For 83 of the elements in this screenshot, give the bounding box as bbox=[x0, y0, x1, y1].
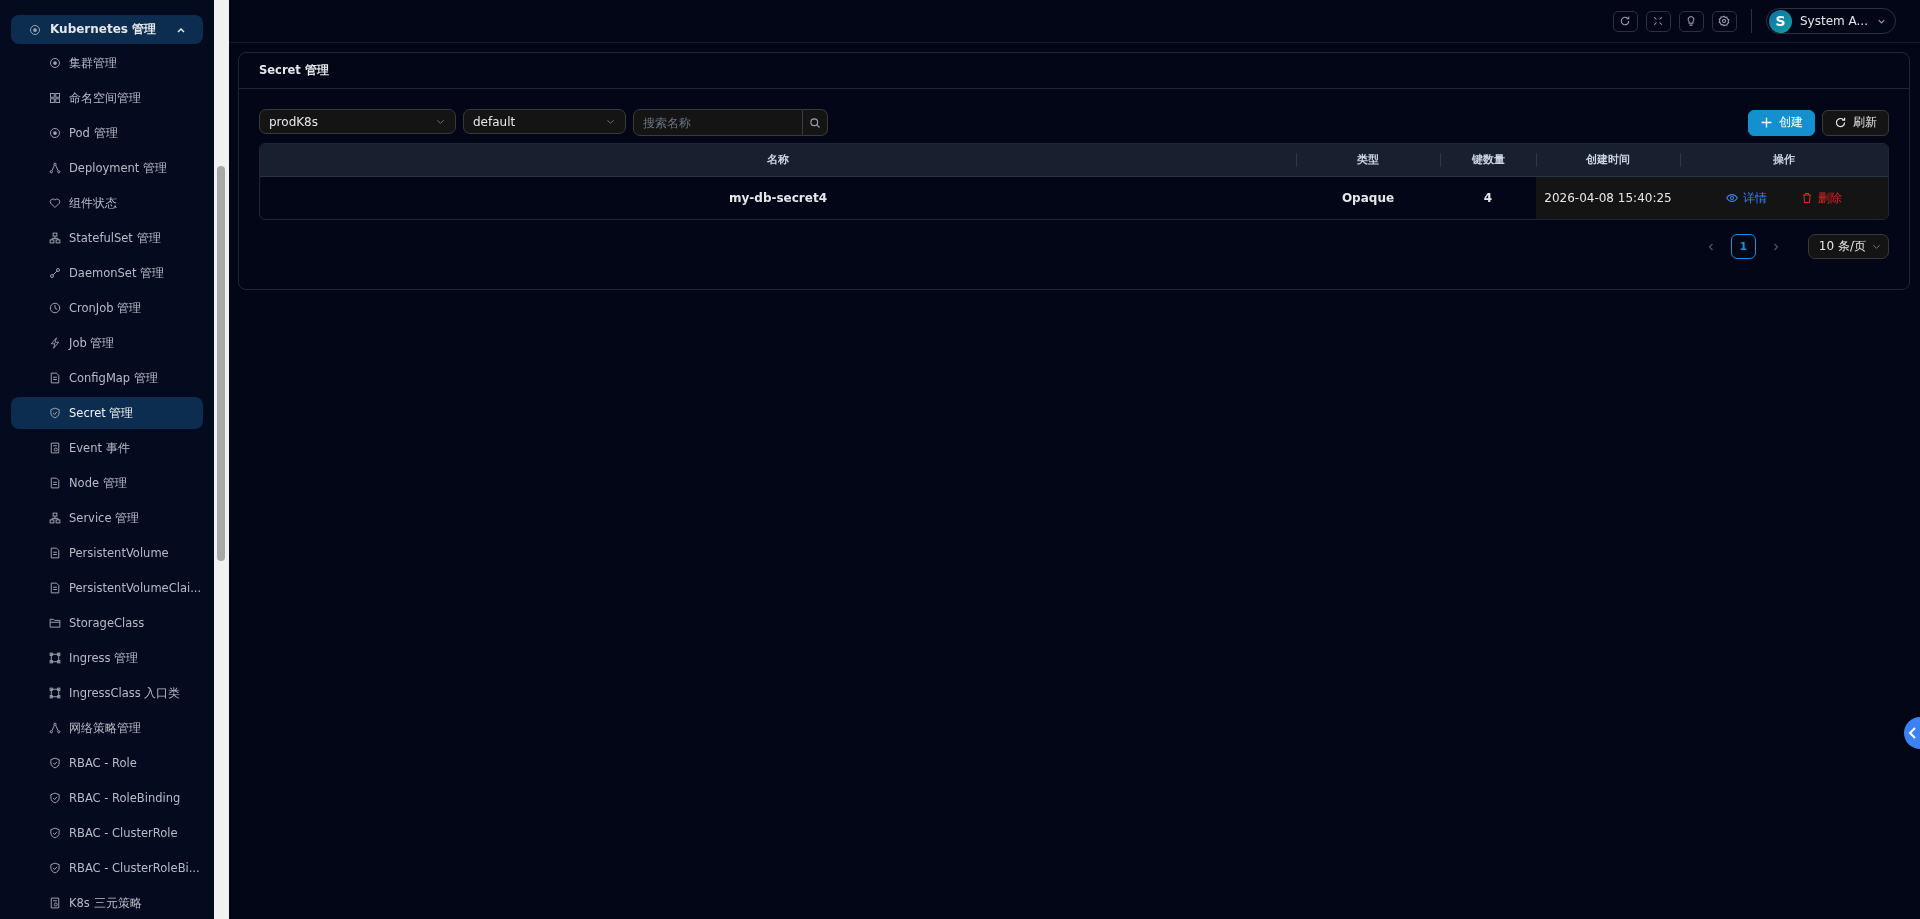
lightbulb-button[interactable] bbox=[1679, 10, 1704, 32]
menu-item[interactable]: Ingress 管理 bbox=[11, 642, 203, 674]
network-icon bbox=[49, 722, 61, 734]
menu-item[interactable]: Deployment 管理 bbox=[11, 152, 203, 184]
menu-item[interactable]: IngressClass 入口类 bbox=[11, 677, 203, 709]
refresh-icon bbox=[1834, 116, 1847, 129]
hierarchy-icon bbox=[49, 512, 61, 524]
menu-item[interactable]: K8s 三元策略 bbox=[11, 887, 203, 919]
table-cell: 4 bbox=[1483, 191, 1493, 205]
menu-item[interactable]: RBAC - ClusterRoleBi... bbox=[11, 852, 203, 884]
column-header: 类型 bbox=[1357, 153, 1379, 167]
details-link[interactable]: 详情 bbox=[1726, 189, 1767, 207]
shield-check-icon bbox=[49, 792, 61, 804]
cluster-select[interactable]: prodK8s bbox=[259, 109, 456, 134]
menu-item[interactable]: PersistentVolumeClai... bbox=[11, 572, 203, 604]
page-button[interactable]: 1 bbox=[1730, 234, 1756, 259]
menu-item[interactable]: 网络策略管理 bbox=[11, 712, 203, 744]
user-avatar: S bbox=[1769, 9, 1792, 33]
menu-item[interactable]: Event 事件 bbox=[11, 432, 203, 464]
delete-link[interactable]: 删除 bbox=[1801, 189, 1842, 207]
menu-item[interactable]: Service 管理 bbox=[11, 502, 203, 534]
fullscreen-icon bbox=[1652, 15, 1665, 27]
frame-icon bbox=[49, 687, 61, 699]
menu-item[interactable]: Pod 管理 bbox=[11, 117, 203, 149]
refresh-button[interactable]: 刷新 bbox=[1822, 109, 1889, 136]
refresh-button[interactable] bbox=[1613, 10, 1638, 32]
menu-item[interactable]: RBAC - Role bbox=[11, 747, 203, 779]
frame-icon bbox=[49, 652, 61, 664]
menu-group[interactable]: Kubernetes 管理 bbox=[11, 15, 203, 44]
document-icon bbox=[49, 372, 61, 384]
settings-button[interactable] bbox=[1712, 10, 1737, 32]
menu-item[interactable]: 集群管理 bbox=[11, 47, 203, 79]
table-cell: 2026-04-08 15:40:25 bbox=[1544, 191, 1672, 205]
folder-icon bbox=[49, 617, 61, 629]
column-header: 操作 bbox=[1773, 153, 1795, 167]
menu-item[interactable]: StatefulSet 管理 bbox=[11, 222, 203, 254]
menu-item[interactable]: ConfigMap 管理 bbox=[11, 362, 203, 394]
grid-icon bbox=[49, 92, 61, 104]
menu-item[interactable]: RBAC - RoleBinding bbox=[11, 782, 203, 814]
menu-item[interactable]: Node 管理 bbox=[11, 467, 203, 499]
table-cell: my-db-secret4 bbox=[729, 191, 827, 205]
settings-icon bbox=[1718, 15, 1731, 27]
shield-check-icon bbox=[49, 827, 61, 839]
menu-item[interactable]: StorageClass bbox=[11, 607, 203, 639]
create-button[interactable]: 创建 bbox=[1748, 109, 1815, 136]
eye-icon bbox=[1726, 192, 1738, 204]
menu-item[interactable]: Job 管理 bbox=[11, 327, 203, 359]
column-header: 名称 bbox=[767, 153, 789, 167]
menu-item[interactable]: DaemonSet 管理 bbox=[11, 257, 203, 289]
menu-item[interactable]: Secret 管理 bbox=[11, 397, 203, 429]
shield-check-icon bbox=[49, 407, 61, 419]
document-search-icon bbox=[49, 897, 61, 909]
search-icon bbox=[809, 116, 821, 129]
search-field[interactable]: 搜索名称 bbox=[633, 109, 803, 136]
document-icon bbox=[49, 547, 61, 559]
table-cell: Opaque bbox=[1341, 191, 1395, 205]
heart-icon bbox=[49, 197, 61, 209]
shield-check-icon bbox=[49, 757, 61, 769]
column-header: 键数量 bbox=[1471, 153, 1505, 167]
refresh-icon bbox=[1619, 15, 1632, 27]
lightning-icon bbox=[49, 337, 61, 349]
namespace-select[interactable]: default bbox=[463, 109, 626, 134]
column-header: 创建时间 bbox=[1586, 153, 1630, 167]
document-search-icon bbox=[49, 442, 61, 454]
document-icon bbox=[49, 582, 61, 594]
menu-item[interactable]: CronJob 管理 bbox=[11, 292, 203, 324]
card-title: Secret 管理 bbox=[259, 63, 329, 78]
page-size-select[interactable]: 10 条/页 bbox=[1807, 234, 1889, 259]
menu-item[interactable]: RBAC - ClusterRole bbox=[11, 817, 203, 849]
plus-icon bbox=[1760, 116, 1773, 129]
collapse-panel-icon[interactable] bbox=[1904, 717, 1920, 749]
trash-icon bbox=[1801, 192, 1813, 204]
hierarchy-icon bbox=[49, 232, 61, 244]
document-icon bbox=[49, 477, 61, 489]
scrollbar[interactable] bbox=[214, 0, 229, 919]
menu-item[interactable]: 命名空间管理 bbox=[11, 82, 203, 114]
clock-icon bbox=[49, 302, 61, 314]
menu-item[interactable]: 组件状态 bbox=[11, 187, 203, 219]
link-icon bbox=[49, 267, 61, 279]
network-icon bbox=[49, 162, 61, 174]
shield-check-icon bbox=[49, 862, 61, 874]
search-button[interactable] bbox=[803, 109, 828, 136]
menu-item[interactable]: PersistentVolume bbox=[11, 537, 203, 569]
